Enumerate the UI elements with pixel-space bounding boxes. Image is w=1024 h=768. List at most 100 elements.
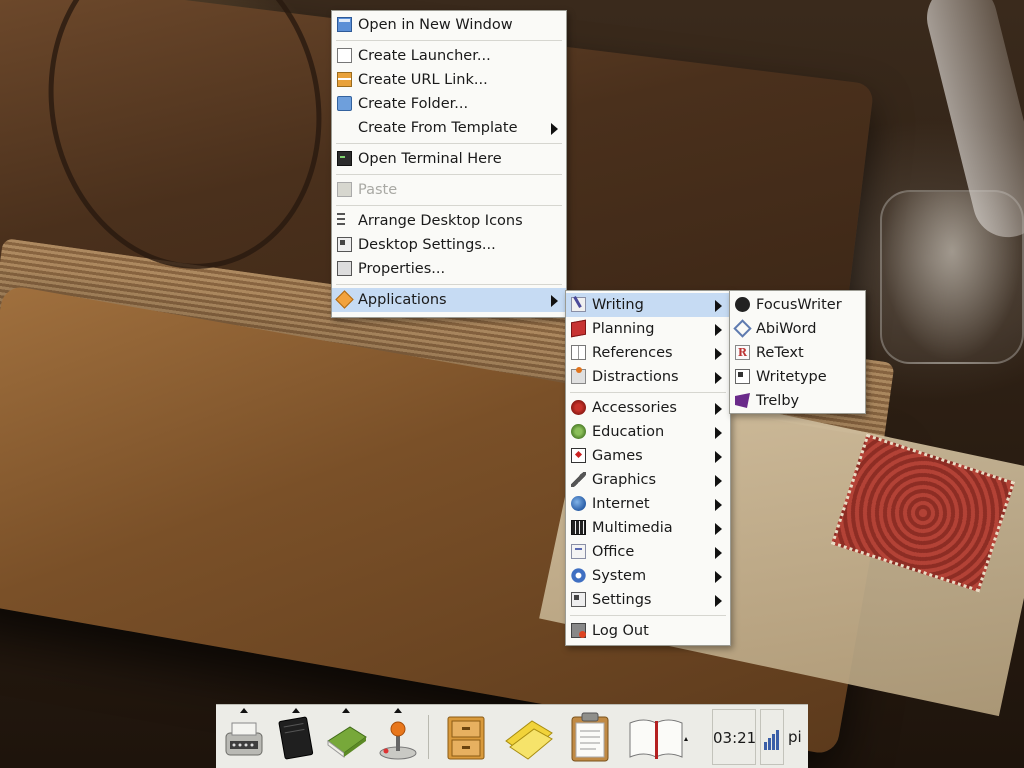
menu-item-education[interactable]: Education bbox=[566, 420, 730, 444]
submenu-arrow-icon bbox=[715, 547, 722, 559]
writetype-icon bbox=[735, 369, 750, 384]
launcher-green-book[interactable] bbox=[322, 708, 370, 763]
settings-icon bbox=[337, 237, 352, 252]
menu-item-graphics[interactable]: Graphics bbox=[566, 468, 730, 492]
logout-icon bbox=[571, 623, 586, 638]
menu-item-label: AbiWord bbox=[756, 321, 817, 337]
launcher-menu-arrow-icon bbox=[394, 708, 402, 713]
graphics-icon bbox=[571, 472, 586, 487]
menu-separator bbox=[570, 392, 726, 393]
menu-item-label: Log Out bbox=[592, 623, 649, 639]
menu-item-label: Multimedia bbox=[592, 520, 673, 536]
menu-item-label: FocusWriter bbox=[756, 297, 842, 313]
submenu-arrow-icon bbox=[715, 475, 722, 487]
office-icon bbox=[571, 544, 586, 559]
focuswriter-icon bbox=[735, 297, 750, 312]
link-icon bbox=[337, 72, 352, 87]
menu-item-accessories[interactable]: Accessories bbox=[566, 396, 730, 420]
menu-item-trelby[interactable]: Trelby bbox=[730, 389, 865, 413]
menu-separator bbox=[336, 143, 562, 144]
planning-icon bbox=[571, 319, 586, 338]
menu-item-retext[interactable]: R ReText bbox=[730, 341, 865, 365]
menu-item-paste: Paste bbox=[332, 178, 566, 202]
submenu-arrow-icon bbox=[715, 427, 722, 439]
green-book-icon bbox=[327, 726, 367, 758]
menu-item-label: References bbox=[592, 345, 673, 361]
menu-item-label: System bbox=[592, 568, 647, 584]
properties-icon bbox=[337, 261, 352, 276]
menu-item-label: Paste bbox=[358, 182, 398, 198]
panel-separator bbox=[428, 715, 429, 759]
submenu-arrow-icon bbox=[715, 372, 722, 384]
submenu-arrow-icon bbox=[715, 324, 722, 336]
settings-icon bbox=[571, 592, 586, 607]
menu-item-create-from-template[interactable]: Create From Template bbox=[332, 116, 566, 140]
menu-item-label: Planning bbox=[592, 321, 655, 337]
menu-item-open-new-window[interactable]: Open in New Window bbox=[332, 13, 566, 37]
internet-icon bbox=[571, 496, 586, 511]
menu-item-label: Open Terminal Here bbox=[358, 151, 502, 167]
launcher-menu-arrow-icon bbox=[240, 708, 248, 713]
menu-item-system[interactable]: System bbox=[566, 564, 730, 588]
menu-item-label: Open in New Window bbox=[358, 17, 513, 33]
menu-item-label: Create Folder... bbox=[358, 96, 469, 112]
trelby-icon bbox=[735, 393, 750, 408]
clipboard-icon bbox=[571, 712, 609, 762]
menu-item-label: Education bbox=[592, 424, 665, 440]
menu-item-label: Desktop Settings... bbox=[358, 237, 496, 253]
menu-item-log-out[interactable]: Log Out bbox=[566, 619, 730, 643]
menu-item-games[interactable]: Games bbox=[566, 444, 730, 468]
menu-item-references[interactable]: References bbox=[566, 341, 730, 365]
menu-item-label: Properties... bbox=[358, 261, 446, 277]
menu-item-writetype[interactable]: Writetype bbox=[730, 365, 865, 389]
menu-item-label: Accessories bbox=[592, 400, 677, 416]
menu-item-label: Writetype bbox=[756, 369, 827, 385]
menu-item-internet[interactable]: Internet bbox=[566, 492, 730, 516]
clock[interactable]: 03:21 bbox=[712, 709, 756, 765]
launcher-dictionary[interactable] bbox=[626, 711, 690, 763]
menu-item-properties[interactable]: Properties... bbox=[332, 257, 566, 281]
paste-icon bbox=[337, 182, 352, 197]
menu-item-label: Writing bbox=[592, 297, 644, 313]
menu-item-open-terminal[interactable]: Open Terminal Here bbox=[332, 147, 566, 171]
menu-item-writing[interactable]: Writing bbox=[566, 293, 730, 317]
launcher-sticky-notes[interactable] bbox=[502, 711, 553, 763]
menu-item-multimedia[interactable]: Multimedia bbox=[566, 516, 730, 540]
launcher-typewriter[interactable] bbox=[220, 708, 268, 763]
typewriter-icon bbox=[225, 722, 263, 756]
menu-item-label: Create From Template bbox=[358, 120, 518, 136]
education-icon bbox=[571, 424, 586, 439]
menu-item-office[interactable]: Office bbox=[566, 540, 730, 564]
submenu-arrow-icon bbox=[715, 348, 722, 360]
launcher-notebook[interactable] bbox=[272, 708, 320, 763]
menu-item-applications[interactable]: Applications bbox=[332, 288, 566, 312]
terminal-icon bbox=[337, 151, 352, 166]
menu-item-settings[interactable]: Settings bbox=[566, 588, 730, 612]
menu-separator bbox=[336, 284, 562, 285]
launcher-file-manager[interactable] bbox=[442, 711, 490, 763]
games-icon bbox=[571, 448, 586, 463]
multimedia-icon bbox=[571, 520, 586, 535]
menu-item-create-folder[interactable]: Create Folder... bbox=[332, 92, 566, 116]
menu-separator bbox=[336, 205, 562, 206]
menu-item-desktop-settings[interactable]: Desktop Settings... bbox=[332, 233, 566, 257]
applications-icon bbox=[335, 290, 354, 309]
menu-item-arrange-icons[interactable]: Arrange Desktop Icons bbox=[332, 209, 566, 233]
launcher-clipboard[interactable] bbox=[566, 711, 614, 763]
abiword-icon bbox=[733, 319, 752, 338]
submenu-arrow-icon bbox=[715, 499, 722, 511]
file-cabinet-icon bbox=[447, 716, 485, 760]
menu-item-create-launcher[interactable]: Create Launcher... bbox=[332, 44, 566, 68]
menu-item-focuswriter[interactable]: FocusWriter bbox=[730, 293, 865, 317]
menu-item-abiword[interactable]: AbiWord bbox=[730, 317, 865, 341]
menu-separator bbox=[336, 40, 562, 41]
menu-item-create-url-link[interactable]: Create URL Link... bbox=[332, 68, 566, 92]
user-name[interactable]: pi bbox=[788, 709, 802, 765]
launcher-menu-arrow-icon bbox=[342, 708, 350, 713]
menu-item-distractions[interactable]: Distractions bbox=[566, 365, 730, 389]
desktop-context-menu: Open in New Window Create Launcher... Cr… bbox=[331, 10, 567, 318]
network-status[interactable] bbox=[760, 709, 784, 765]
launcher-joystick[interactable] bbox=[374, 708, 422, 763]
menu-item-label: Internet bbox=[592, 496, 650, 512]
menu-item-planning[interactable]: Planning bbox=[566, 317, 730, 341]
